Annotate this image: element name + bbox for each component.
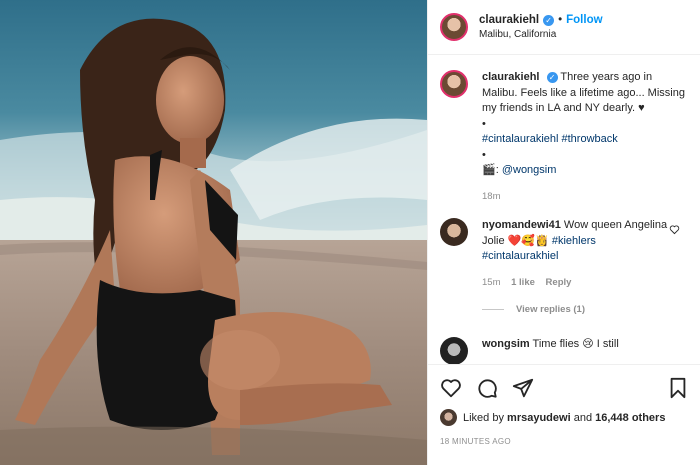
hashtag-link[interactable]: #cintalaurakiehl — [482, 133, 558, 145]
caption-meta: 18m — [482, 189, 687, 205]
separator-dot: • — [558, 14, 563, 26]
action-icons — [440, 375, 688, 401]
comment-username[interactable]: nyomandewi41 — [482, 219, 561, 231]
post-actions: Liked by mrsayudewi and 16,448 others 18… — [428, 364, 700, 465]
caption-credit: 🎬: @wongsim — [482, 163, 687, 179]
comment-item: wongsim Time flies 😢 I still — [440, 337, 688, 364]
comment-likes[interactable]: 1 like — [511, 277, 535, 288]
hashtag-link[interactable]: #cintalaurakhiel — [482, 250, 558, 262]
likes-summary: Liked by mrsayudewi and 16,448 others — [440, 409, 688, 426]
author-username[interactable]: claurakiehl — [479, 14, 539, 26]
post-sidebar: claurakiehl ✓ • Follow Malibu, Californi… — [427, 0, 700, 465]
heart-icon[interactable] — [440, 377, 462, 399]
share-icon[interactable] — [512, 377, 534, 399]
hashtag-link[interactable]: #kiehlers — [552, 235, 596, 247]
commenter-avatar[interactable] — [440, 218, 468, 246]
comment-body: wongsim Time flies 😢 I still — [482, 337, 687, 364]
post-timestamp: 18 MINUTES AGO — [440, 437, 511, 446]
caption-age: 18m — [482, 190, 501, 202]
comment-age: 15m — [482, 276, 501, 288]
instagram-post: claurakiehl ✓ • Follow Malibu, Californi… — [0, 0, 700, 465]
reply-button[interactable]: Reply — [546, 277, 572, 288]
liked-user-link[interactable]: mrsayudewi — [507, 412, 571, 424]
camera-emoji: 🎬 — [482, 164, 496, 176]
hashtag-link[interactable]: #throwback — [562, 133, 618, 145]
replies-divider — [482, 309, 504, 310]
post-header: claurakiehl ✓ • Follow Malibu, Californi… — [428, 0, 700, 55]
caption: claurakiehl ✓ Three years ago in Malibu.… — [440, 70, 688, 204]
liked-prefix: Liked by — [463, 411, 504, 424]
post-photo[interactable] — [0, 0, 427, 465]
comment-meta: 15m 1 like Reply — [482, 275, 672, 291]
liked-and: and — [573, 411, 593, 424]
comment-username[interactable]: wongsim — [482, 338, 530, 350]
caption-bullet: • — [482, 117, 486, 130]
caption-body: claurakiehl ✓ Three years ago in Malibu.… — [482, 70, 687, 204]
beach-photo-illustration — [0, 0, 427, 465]
caption-avatar[interactable] — [440, 70, 468, 98]
view-replies-button[interactable]: View replies (1) — [482, 304, 688, 315]
like-comment-icon[interactable] — [669, 224, 680, 235]
verified-icon: ✓ — [546, 72, 558, 83]
header-text: claurakiehl ✓ • Follow Malibu, Californi… — [479, 14, 603, 40]
comment-item: nyomandewi41 Wow queen Angelina Jolie ❤️… — [440, 218, 688, 290]
verified-icon: ✓ — [543, 14, 555, 26]
mention-link[interactable]: @wongsim — [502, 164, 557, 176]
comment-body: nyomandewi41 Wow queen Angelina Jolie ❤️… — [482, 218, 672, 290]
commenter-avatar[interactable] — [440, 337, 468, 364]
liked-count-link[interactable]: 16,448 others — [595, 412, 665, 424]
caption-hashtags: #cintalaurakiehl #throwback — [482, 132, 687, 148]
bookmark-icon[interactable] — [668, 377, 688, 399]
follow-button[interactable]: Follow — [566, 14, 602, 26]
caption-username[interactable]: claurakiehl — [482, 71, 539, 83]
author-avatar[interactable] — [440, 13, 468, 41]
view-replies-label: View replies (1) — [516, 304, 585, 315]
liker-avatar[interactable] — [440, 409, 457, 426]
comment-text: Time flies 😢 I still — [532, 338, 619, 350]
comment-icon[interactable] — [476, 377, 498, 399]
header-line: claurakiehl ✓ • Follow — [479, 14, 603, 26]
caption-bullet: • — [482, 148, 486, 161]
location-link[interactable]: Malibu, California — [479, 29, 603, 40]
comments-section[interactable]: claurakiehl ✓ Three years ago in Malibu.… — [428, 56, 700, 364]
